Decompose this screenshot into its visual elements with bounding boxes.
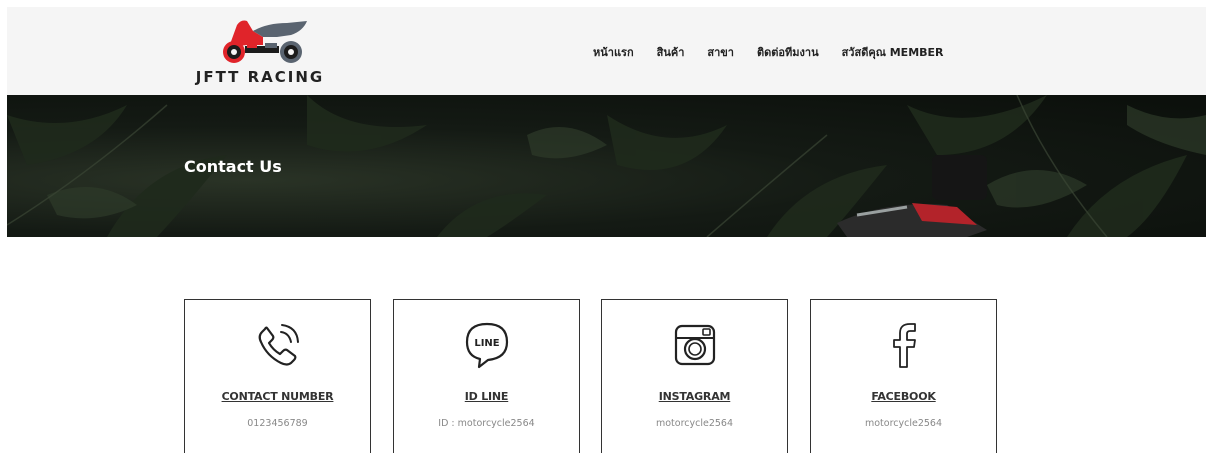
nav-products[interactable]: สินค้า [657, 43, 685, 61]
contact-card-line: LINE ID LINE ID : motorcycle2564 [393, 299, 580, 453]
motorcycle-logo-icon [223, 20, 307, 63]
page-title: Contact Us [184, 157, 282, 176]
line-id: ID : motorcycle2564 [438, 418, 535, 429]
card-title[interactable]: INSTAGRAM [602, 390, 787, 403]
hero-banner: Contact Us [7, 95, 1206, 237]
contact-card-instagram: INSTAGRAM motorcycle2564 [601, 299, 788, 453]
brand-name: JFTT RACING [195, 68, 325, 86]
facebook-handle: motorcycle2564 [864, 418, 943, 429]
card-title[interactable]: CONTACT NUMBER [185, 390, 370, 403]
page: JFTT RACING หน้าแรก สินค้า สาขา ติดต่อที… [0, 0, 1206, 453]
line-icon: LINE [465, 322, 508, 369]
facebook-icon [892, 323, 916, 368]
contact-card-phone: CONTACT NUMBER 0123456789 [184, 299, 371, 453]
nav-contact-team[interactable]: ติดต่อทีมงาน [757, 43, 819, 61]
phone-number: 0123456789 [247, 418, 308, 429]
card-title[interactable]: ID LINE [394, 390, 579, 403]
main-nav: หน้าแรก สินค้า สาขา ติดต่อทีมงาน สวัสดีค… [593, 40, 944, 64]
logo[interactable]: JFTT RACING [185, 19, 335, 91]
instagram-handle: motorcycle2564 [655, 418, 734, 429]
site-header: JFTT RACING หน้าแรก สินค้า สาขา ติดต่อที… [7, 7, 1206, 95]
nav-member-greeting[interactable]: สวัสดีคุณ MEMBER [842, 43, 944, 61]
line-icon-text: LINE [474, 338, 499, 349]
phone-icon [258, 324, 299, 366]
instagram-icon [674, 324, 715, 366]
contact-card-facebook: FACEBOOK motorcycle2564 [810, 299, 997, 453]
nav-home[interactable]: หน้าแรก [593, 43, 634, 61]
card-title[interactable]: FACEBOOK [811, 390, 996, 403]
nav-branches[interactable]: สาขา [707, 43, 734, 61]
